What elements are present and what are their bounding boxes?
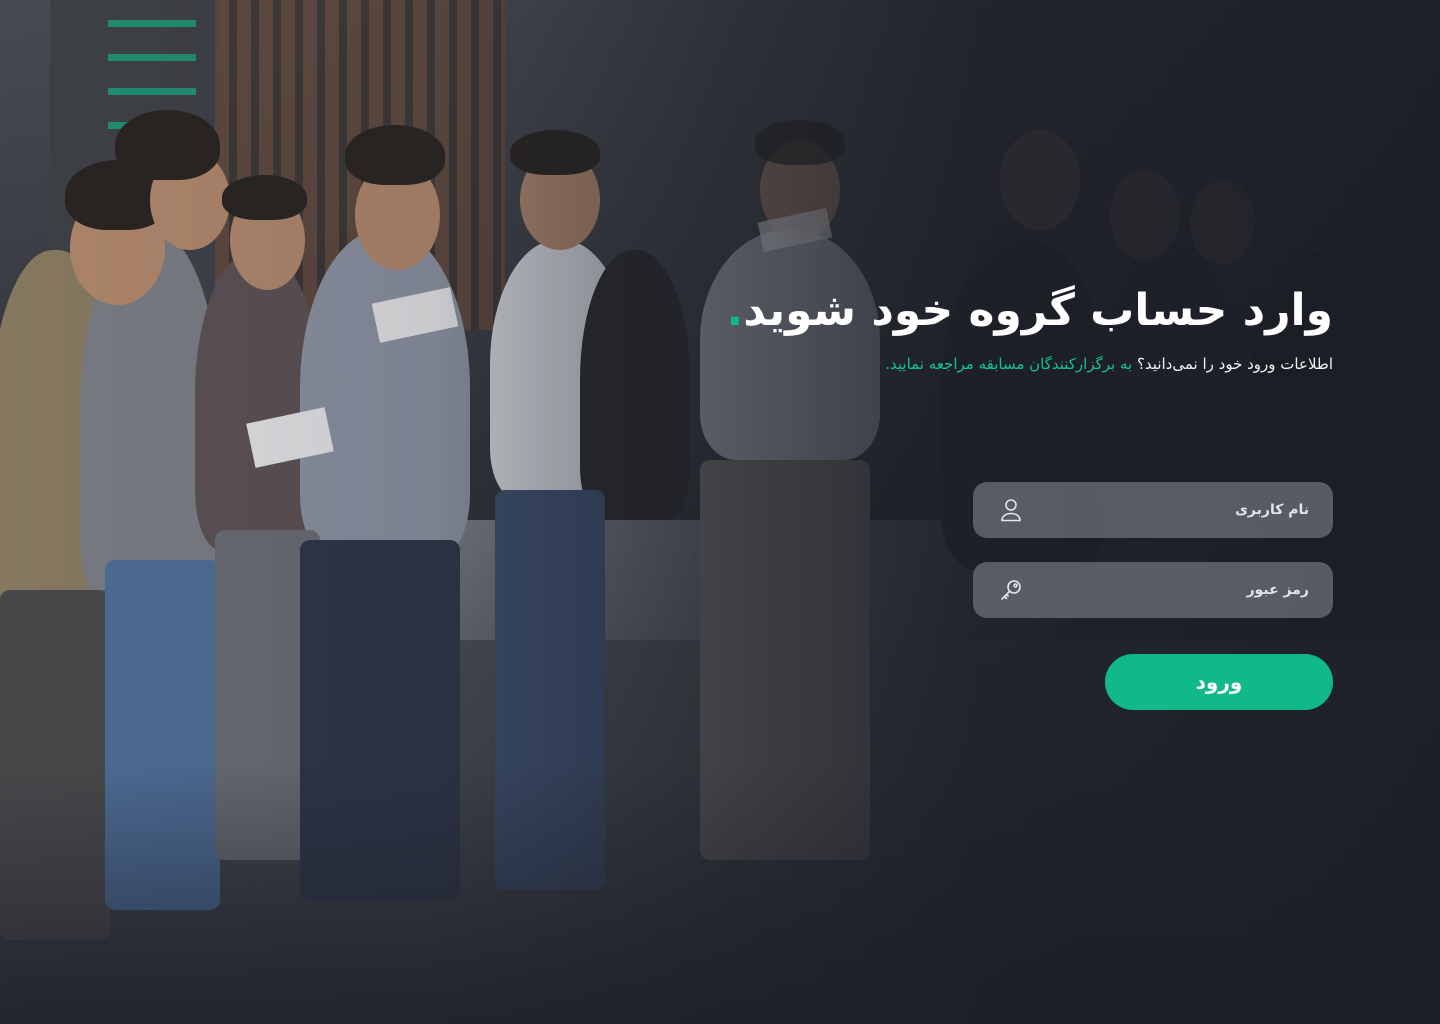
login-hint-text: اطلاعات ورود خود را نمی‌دانید؟ xyxy=(1132,355,1333,373)
password-input[interactable] xyxy=(1023,562,1333,618)
username-field[interactable] xyxy=(973,482,1333,538)
page-title-text: وارد حساب گروه خود شوید xyxy=(743,285,1333,336)
login-page: وارد حساب گروه خود شوید. اطلاعات ورود خو… xyxy=(0,0,1440,1024)
user-icon xyxy=(999,498,1023,522)
page-title: وارد حساب گروه خود شوید. xyxy=(726,282,1333,340)
login-panel: وارد حساب گروه خود شوید. اطلاعات ورود خو… xyxy=(726,282,1333,710)
password-field[interactable] xyxy=(973,562,1333,618)
login-button[interactable]: ورود xyxy=(1105,654,1333,710)
username-input[interactable] xyxy=(1023,482,1333,538)
organizers-link[interactable]: به برگزارکنندگان مسابقه مراجعه نمایید. xyxy=(885,355,1132,373)
title-accent-dot: . xyxy=(726,285,744,336)
login-hint: اطلاعات ورود خود را نمی‌دانید؟ به برگزار… xyxy=(773,354,1333,374)
key-icon xyxy=(999,578,1023,602)
